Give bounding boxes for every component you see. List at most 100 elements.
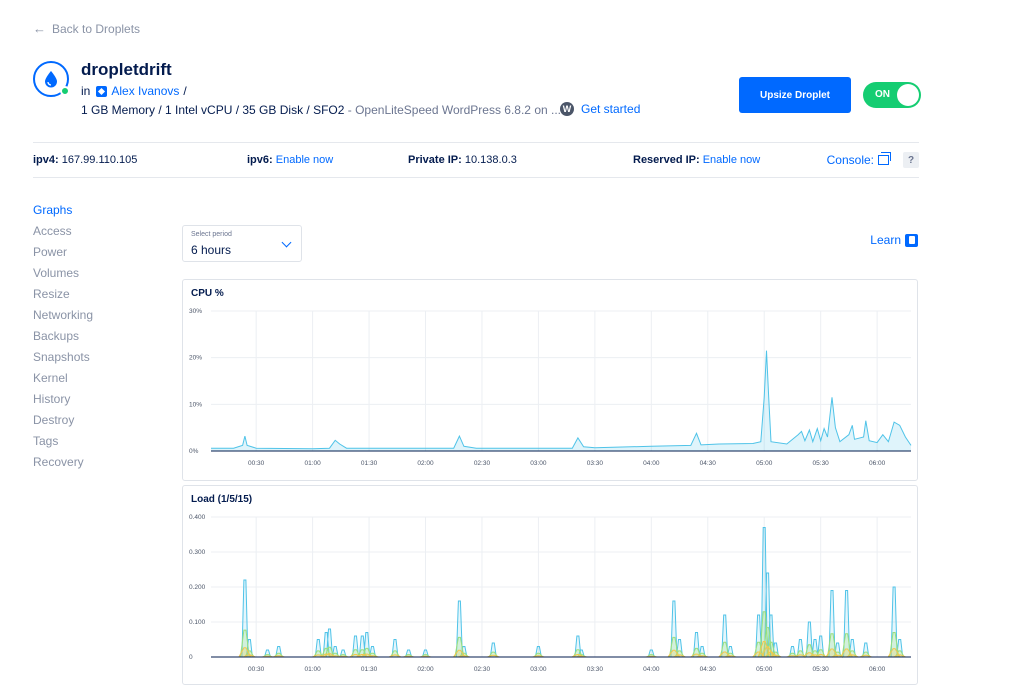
learn-label: Learn xyxy=(870,233,901,247)
wordpress-icon: W xyxy=(560,102,574,116)
x-tick-label: 02:30 xyxy=(474,666,491,673)
nav-item-volumes[interactable]: Volumes xyxy=(33,266,93,287)
back-link-label: Back to Droplets xyxy=(52,21,141,36)
docs-icon xyxy=(905,233,918,247)
load-chart[interactable]: 0 0.100 0.200 0.300 0.400 00:30 01:00 01:30 02:0… xyxy=(183,486,919,686)
reserved-ip-label: Reserved IP: xyxy=(633,154,700,166)
reserved-ip-enable-link[interactable]: Enable now xyxy=(703,154,761,166)
x-tick-label: 00:30 xyxy=(248,666,265,673)
owner-suffix: / xyxy=(183,84,187,98)
cpu-area xyxy=(211,350,911,451)
ipv6-label: ipv6: xyxy=(247,154,273,166)
x-tick-label: 06:00 xyxy=(869,460,886,467)
y-tick-label: 10% xyxy=(189,401,202,408)
private-ip-label: Private IP: xyxy=(408,154,462,166)
x-tick-label: 01:30 xyxy=(361,460,378,467)
x-tick-label: 04:30 xyxy=(700,666,717,673)
private-ip-item: Private IP: 10.138.0.3 xyxy=(408,154,517,166)
x-tick-label: 04:00 xyxy=(643,666,660,673)
x-tick-label: 01:00 xyxy=(304,666,321,673)
console-label: Console: xyxy=(826,153,874,167)
nav-item-graphs[interactable]: Graphs xyxy=(33,203,93,224)
ipv4-value[interactable]: 167.99.110.105 xyxy=(62,154,138,166)
back-to-droplets-link[interactable]: ← Back to Droplets xyxy=(33,21,140,36)
x-tick-label: 02:30 xyxy=(474,460,491,467)
period-select[interactable]: Select period 6 hours xyxy=(182,225,302,262)
ipv6-enable-link[interactable]: Enable now xyxy=(276,154,334,166)
droplet-name: dropletdrift xyxy=(81,60,172,79)
x-tick-label: 03:30 xyxy=(587,460,604,467)
toggle-knob xyxy=(897,84,919,106)
console-link[interactable]: Console: xyxy=(826,152,891,167)
cpu-chart[interactable]: 0% 10% 20% 30% 00:30 01:00 01:30 02:00 02:30 03:0… xyxy=(183,280,919,482)
y-tick-label: 0.300 xyxy=(189,549,206,556)
y-tick-label: 0% xyxy=(189,448,199,455)
upsize-droplet-button[interactable]: Upsize Droplet xyxy=(739,77,851,113)
power-toggle-label: ON xyxy=(875,89,890,100)
x-tick-label: 03:00 xyxy=(530,666,547,673)
nav-item-kernel[interactable]: Kernel xyxy=(33,371,93,392)
period-value: 6 hours xyxy=(191,243,232,257)
x-tick-label: 04:00 xyxy=(643,460,660,467)
nav-item-destroy[interactable]: Destroy xyxy=(33,413,93,434)
water-drop-icon xyxy=(45,71,57,88)
x-tick-label: 02:00 xyxy=(417,460,434,467)
x-tick-label: 05:00 xyxy=(756,666,773,673)
cpu-series-line xyxy=(211,350,912,450)
nav-item-networking[interactable]: Networking xyxy=(33,308,93,329)
nav-item-tags[interactable]: Tags xyxy=(33,434,93,455)
owner-line: in Alex Ivanovs / xyxy=(81,84,187,98)
x-tick-label: 05:30 xyxy=(813,666,830,673)
y-tick-label: 0 xyxy=(189,654,193,661)
owner-prefix: in xyxy=(81,84,91,98)
x-tick-label: 03:30 xyxy=(587,666,604,673)
nav-item-access[interactable]: Access xyxy=(33,224,93,245)
x-tick-label: 01:00 xyxy=(304,460,321,467)
x-tick-label: 02:00 xyxy=(417,666,434,673)
get-started-link[interactable]: W Get started xyxy=(560,102,640,116)
status-online-dot xyxy=(60,86,70,96)
x-tick-label: 04:30 xyxy=(700,460,717,467)
cpu-chart-card: CPU % 0% 10% 20% 30% 00:30 01:00 01:30 02:00 02:… xyxy=(182,279,918,481)
image-text: - OpenLiteSpeed WordPress 6.8.2 on ... xyxy=(347,103,561,117)
nav-item-power[interactable]: Power xyxy=(33,245,93,266)
ipv6-item: ipv6: Enable now xyxy=(247,154,333,166)
learn-link[interactable]: Learn xyxy=(870,233,918,247)
get-started-label: Get started xyxy=(581,102,641,116)
network-info-bar: ipv4: 167.99.110.105 ipv6: Enable now Pr… xyxy=(33,142,919,178)
arrow-left-icon: ← xyxy=(33,21,46,36)
y-tick-label: 20% xyxy=(189,355,202,362)
droplet-side-nav: Graphs Access Power Volumes Resize Netwo… xyxy=(33,203,93,476)
x-tick-label: 05:30 xyxy=(813,460,830,467)
team-icon xyxy=(96,85,108,97)
reserved-ip-item: Reserved IP: Enable now xyxy=(633,154,760,166)
y-tick-label: 0.400 xyxy=(189,514,206,521)
private-ip-value[interactable]: 10.138.0.3 xyxy=(465,154,517,166)
nav-item-history[interactable]: History xyxy=(33,392,93,413)
chevron-down-icon xyxy=(281,237,292,248)
nav-item-backups[interactable]: Backups xyxy=(33,329,93,350)
load-chart-card: Load (1/5/15) 0 0.100 0.200 0.300 0.400 00:30… xyxy=(182,485,918,685)
nav-item-snapshots[interactable]: Snapshots xyxy=(33,350,93,371)
external-window-icon xyxy=(878,152,891,165)
x-tick-label: 01:30 xyxy=(361,666,378,673)
y-tick-label: 30% xyxy=(189,308,202,315)
nav-item-resize[interactable]: Resize xyxy=(33,287,93,308)
x-tick-label: 03:00 xyxy=(530,460,547,467)
y-tick-label: 0.200 xyxy=(189,584,206,591)
y-tick-label: 0.100 xyxy=(189,619,206,626)
x-tick-label: 00:30 xyxy=(248,460,265,467)
period-caption: Select period xyxy=(191,231,232,238)
load-series-1m xyxy=(211,527,911,658)
x-tick-label: 05:00 xyxy=(756,460,773,467)
specs-text: 1 GB Memory / 1 Intel vCPU / 35 GB Disk … xyxy=(81,103,345,117)
x-tick-label: 06:00 xyxy=(869,666,886,673)
owner-link[interactable]: Alex Ivanovs xyxy=(111,84,179,98)
ipv4-label: ipv4: xyxy=(33,154,59,166)
nav-item-recovery[interactable]: Recovery xyxy=(33,455,93,476)
power-toggle[interactable]: ON xyxy=(863,82,921,108)
droplet-specs: 1 GB Memory / 1 Intel vCPU / 35 GB Disk … xyxy=(81,103,561,117)
droplet-icon xyxy=(33,61,70,97)
ipv4-item: ipv4: 167.99.110.105 xyxy=(33,154,137,166)
help-icon[interactable]: ? xyxy=(903,152,919,168)
